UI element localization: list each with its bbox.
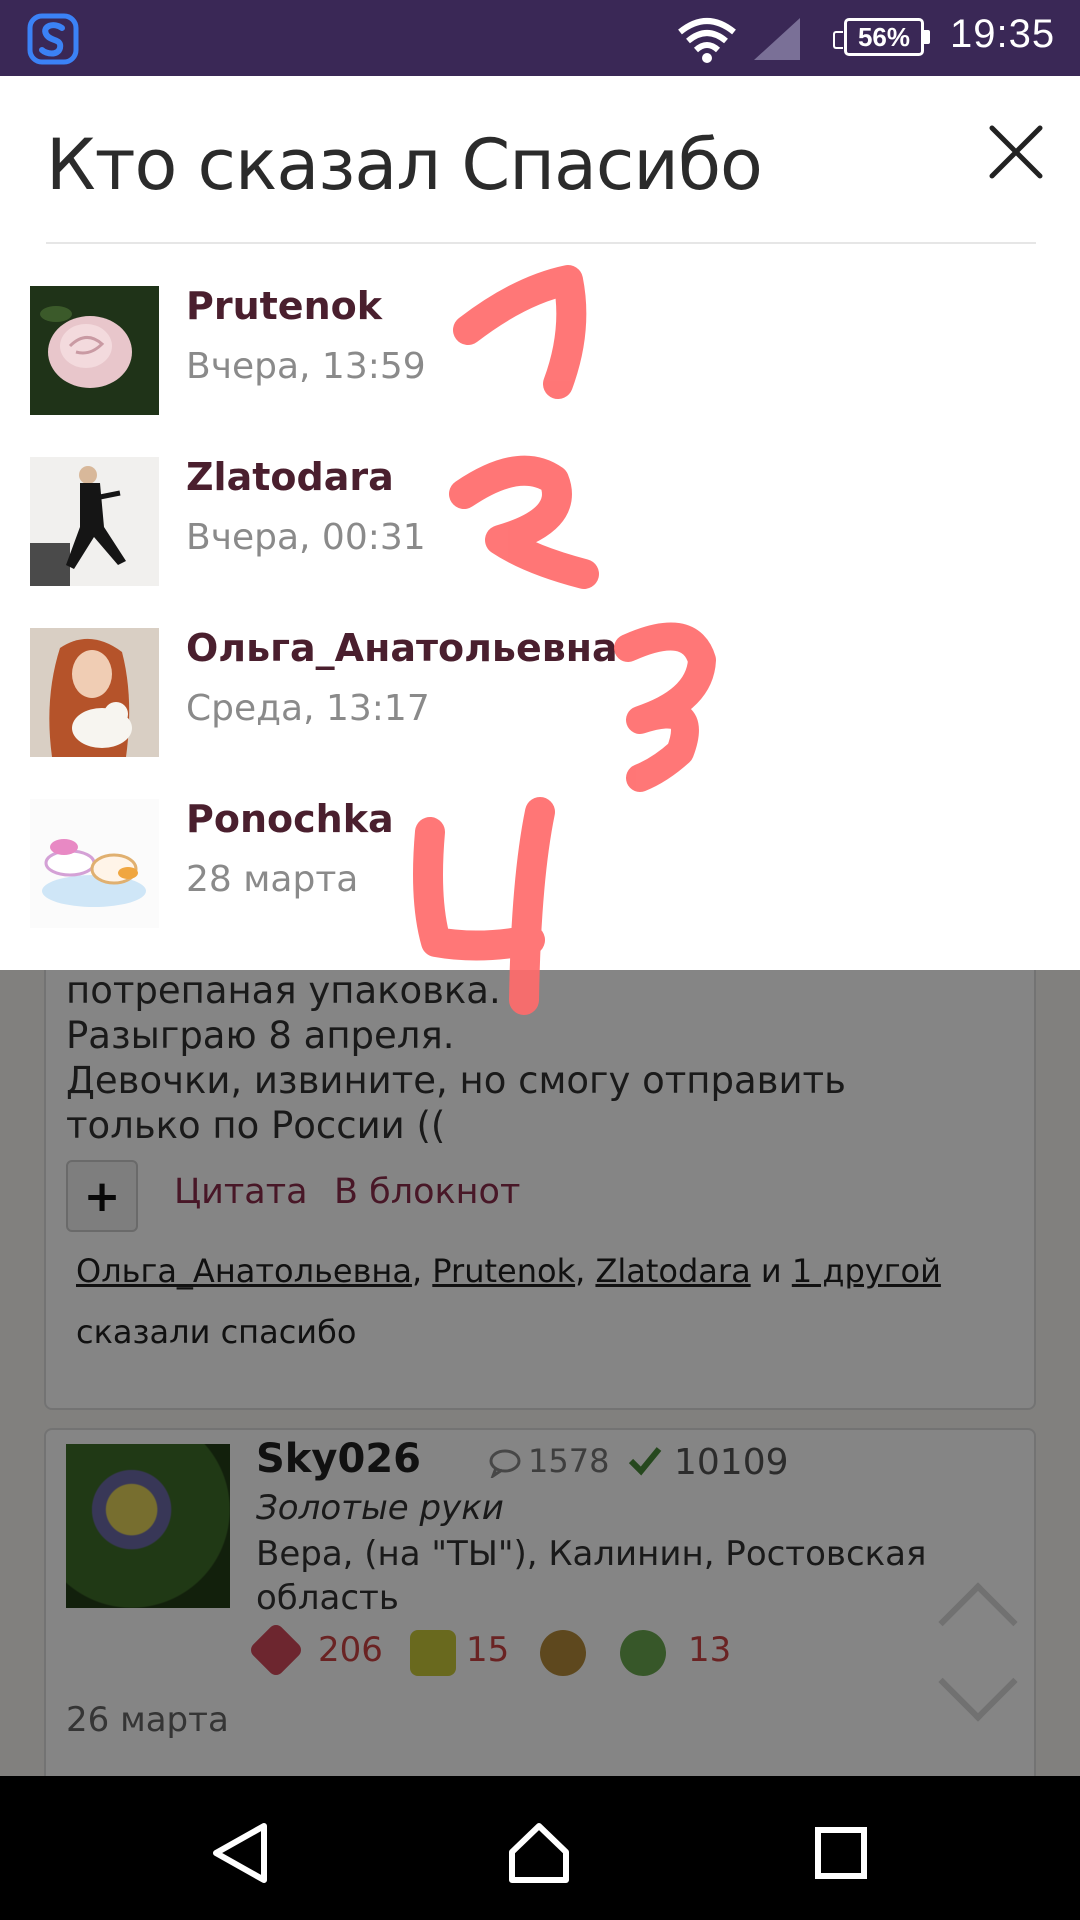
- navigation-bar: [0, 1776, 1080, 1920]
- modal-backdrop[interactable]: [0, 968, 1080, 1776]
- back-icon[interactable]: [206, 1818, 276, 1888]
- user-name[interactable]: Ольга_Анатольевна: [186, 626, 618, 670]
- signal-icon: [754, 18, 800, 60]
- thanks-time: Вчера, 13:59: [186, 346, 426, 387]
- battery-percent: 56%: [857, 21, 911, 52]
- list-item[interactable]: Zlatodara Вчера, 00:31: [0, 455, 1080, 628]
- avatar-redhead[interactable]: [30, 628, 159, 757]
- wifi-icon: [678, 18, 736, 63]
- close-icon[interactable]: [988, 124, 1044, 180]
- avatar-rose[interactable]: [30, 286, 159, 415]
- divider: [46, 242, 1036, 244]
- user-name[interactable]: Prutenok: [186, 284, 382, 328]
- thanks-time: 28 марта: [186, 859, 359, 900]
- user-name[interactable]: Zlatodara: [186, 455, 394, 499]
- thanks-time: Среда, 13:17: [186, 688, 430, 729]
- list-item[interactable]: Prutenok Вчера, 13:59: [0, 284, 1080, 457]
- thanks-time: Вчера, 00:31: [186, 517, 426, 558]
- list-item[interactable]: Ольга_Анатольевна Среда, 13:17: [0, 626, 1080, 799]
- battery-icon: 56%: [833, 18, 930, 56]
- list-item[interactable]: Ponochka 28 марта: [0, 797, 1080, 970]
- recents-icon[interactable]: [806, 1818, 876, 1888]
- avatar-daisy-cartoon[interactable]: [30, 799, 159, 928]
- modal-title: Кто сказал Спасибо: [46, 124, 763, 206]
- user-name[interactable]: Ponochka: [186, 797, 394, 841]
- status-bar: 56% 19:35: [0, 0, 1080, 76]
- thanks-modal: Кто сказал Спасибо Prutenok Вчера, 13:59…: [0, 76, 1080, 970]
- clock: 19:35: [950, 12, 1056, 56]
- app-logo-icon: [27, 13, 79, 65]
- home-icon[interactable]: [504, 1818, 574, 1888]
- avatar-woman[interactable]: [30, 457, 159, 586]
